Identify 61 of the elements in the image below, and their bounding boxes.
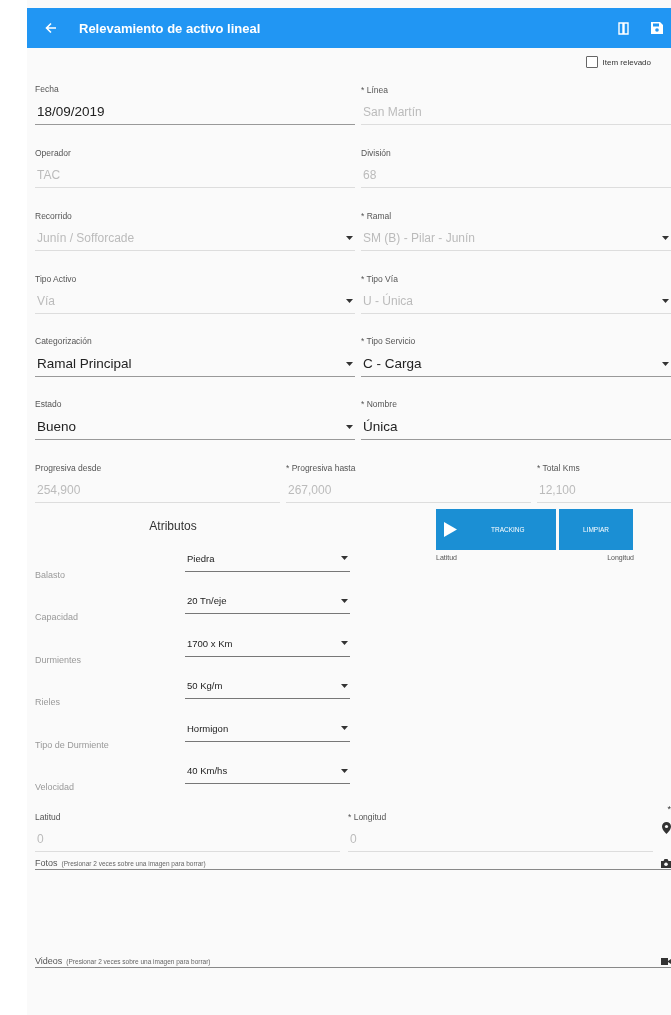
- field-label: Latitud: [35, 812, 62, 822]
- input-field[interactable]: 18/09/2019: [35, 104, 355, 125]
- caret-icon: [662, 299, 669, 303]
- attribute-label: Rieles: [35, 697, 61, 709]
- attribute-label: Durmientes: [35, 654, 82, 667]
- attribute-label: Capacidad: [35, 612, 80, 624]
- dropdown-field[interactable]: Hormigon: [185, 722, 350, 742]
- camera-icon[interactable]: [661, 859, 671, 868]
- dropdown-field[interactable]: Ramal Principal: [35, 356, 355, 377]
- caret-icon: [341, 598, 348, 603]
- back-arrow-icon[interactable]: [45, 22, 57, 34]
- section-title: Fotos: [35, 858, 58, 868]
- location-pin-icon[interactable]: [662, 822, 671, 834]
- dropdown-field[interactable]: C - Carga: [361, 356, 671, 377]
- attribute-label: Balasto: [35, 569, 67, 582]
- video-camera-icon[interactable]: [661, 957, 671, 966]
- field-label: División: [361, 148, 392, 158]
- attribute-label: Velocidad: [35, 782, 76, 794]
- field-label: * Tipo Vía: [361, 274, 399, 284]
- input-field[interactable]: Única: [361, 419, 671, 440]
- field-label: Recorrido: [35, 211, 73, 221]
- field-label: Estado: [35, 399, 63, 409]
- dropdown-field[interactable]: 50 Kg/m: [185, 680, 350, 699]
- caret-icon: [341, 683, 348, 688]
- caret-icon: [346, 424, 353, 429]
- caret-icon: [346, 236, 353, 240]
- dropdown-field[interactable]: 40 Km/hs: [185, 765, 350, 784]
- field-label: * Línea: [361, 85, 389, 95]
- field-label: * Ramal: [361, 211, 393, 221]
- caret-icon: [341, 768, 348, 773]
- field-label: * Total Kms: [537, 463, 581, 473]
- attribute-label: Tipo de Durmiente: [35, 739, 110, 752]
- field-label: Fecha: [35, 84, 60, 94]
- required-mark: *: [667, 804, 671, 814]
- caret-icon: [341, 641, 348, 645]
- section-title: Videos: [35, 956, 63, 966]
- caret-icon: [341, 726, 348, 730]
- caret-icon: [346, 361, 353, 366]
- checkbox-label: Item relevado: [602, 57, 651, 67]
- caret-icon: [346, 299, 353, 303]
- caret-icon: [341, 556, 348, 560]
- dropdown-field[interactable]: Bueno: [35, 419, 355, 440]
- field-label: Categorización: [35, 336, 93, 346]
- caret-icon: [662, 236, 669, 240]
- field-label: Progresiva desde: [35, 463, 103, 473]
- field-label: Tipo Activo: [35, 274, 78, 284]
- dropdown-field[interactable]: Piedra: [185, 552, 350, 572]
- checkbox[interactable]: [585, 56, 598, 68]
- field-label: * Tipo Servicio: [361, 336, 417, 346]
- app-bar-title: Relevamiento de activo lineal: [79, 20, 262, 36]
- field-label: Operador: [35, 148, 72, 158]
- save-icon[interactable]: [651, 22, 663, 34]
- field-label: * Longitud: [348, 812, 388, 822]
- caret-icon: [662, 361, 669, 366]
- section-title: Atributos: [148, 519, 198, 533]
- dropdown-field[interactable]: 20 Tn/eje: [185, 595, 350, 614]
- field-label: * Progresiva hasta: [286, 463, 357, 473]
- dropdown-field[interactable]: 1700 x Km: [185, 637, 350, 657]
- play-icon: [444, 522, 457, 537]
- field-label: * Nombre: [361, 399, 398, 409]
- book-icon[interactable]: [618, 21, 629, 35]
